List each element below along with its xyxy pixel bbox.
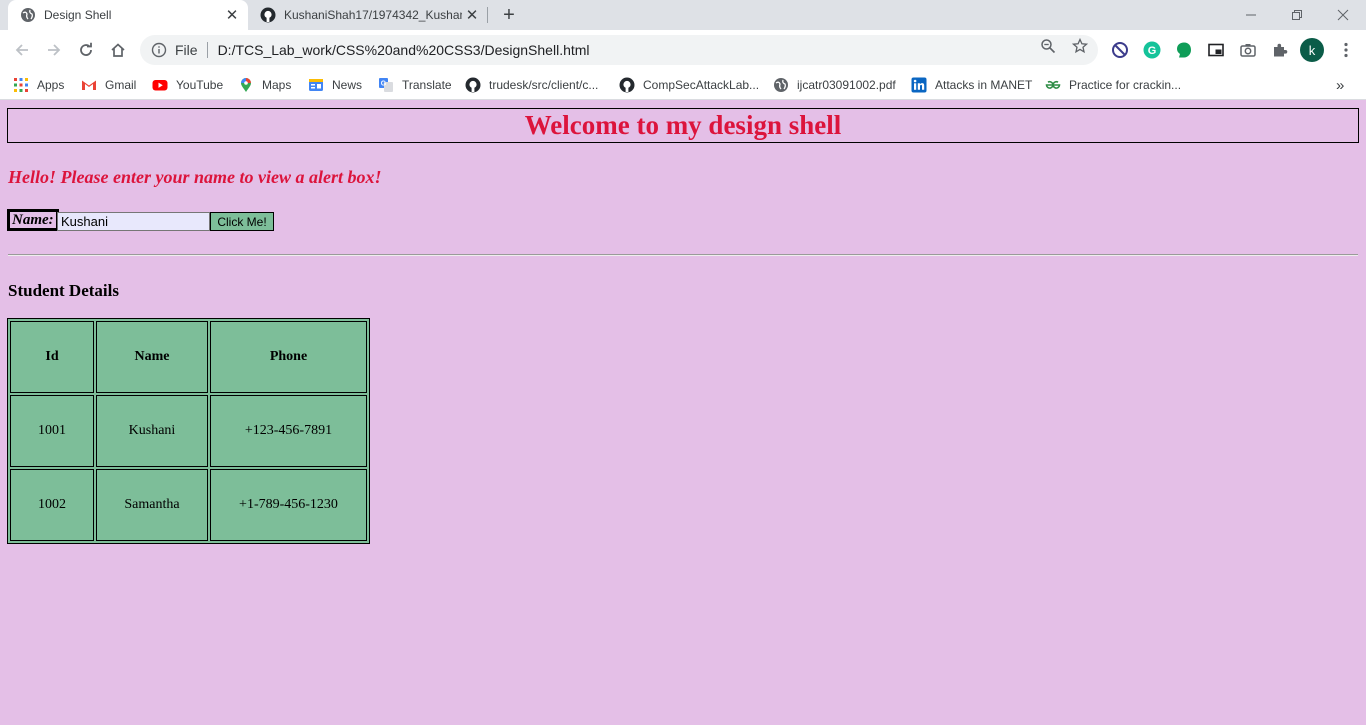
bookmark-manet[interactable]: Attacks in MANET — [911, 74, 1032, 96]
linkedin-icon — [911, 77, 927, 93]
more-menu-icon[interactable] — [1336, 40, 1356, 60]
green-extension-icon[interactable] — [1174, 40, 1194, 60]
close-tab-icon[interactable]: ✕ — [222, 5, 242, 25]
github-icon — [465, 77, 481, 93]
page-heading: Welcome to my design shell — [7, 108, 1359, 143]
bookmark-label: Practice for crackin... — [1069, 78, 1182, 92]
globe-icon — [20, 7, 36, 23]
profile-avatar[interactable]: k — [1300, 38, 1324, 62]
bookmarks-overflow-button[interactable]: » — [1336, 74, 1344, 96]
table-row: 1001 Kushani +123-456-7891 — [10, 395, 367, 467]
bookmark-label: Maps — [262, 78, 292, 92]
cell-phone: +123-456-7891 — [210, 395, 367, 467]
bookmark-label: News — [332, 78, 363, 92]
bookmark-maps[interactable]: Maps — [238, 74, 291, 96]
greeting-text: Hello! Please enter your name to view a … — [8, 167, 382, 187]
maps-pin-icon — [238, 77, 254, 93]
gmail-icon — [81, 77, 97, 93]
gfg-icon — [1045, 77, 1061, 93]
new-tab-button[interactable]: + — [498, 4, 520, 26]
tab-design-shell[interactable]: Design Shell ✕ — [8, 0, 248, 30]
bookmark-label: Attacks in MANET — [935, 78, 1033, 92]
student-table: Id Name Phone 1001 Kushani +123-456-7891… — [7, 318, 370, 544]
cell-name: Samantha — [96, 469, 208, 541]
column-header-id: Id — [10, 321, 94, 393]
name-label: Name: — [7, 209, 59, 231]
bookmark-news[interactable]: News — [308, 74, 362, 96]
bookmark-gfg[interactable]: Practice for crackin... — [1045, 74, 1181, 96]
profile-initial: k — [1308, 42, 1316, 58]
cell-id: 1002 — [10, 469, 94, 541]
bookmark-trudesk[interactable]: trudesk/src/client/c... — [465, 74, 598, 96]
github-icon — [260, 7, 276, 23]
tab-strip: Design Shell ✕ KushaniShah17/1974342_Kus… — [0, 0, 1366, 30]
bookmark-label: Apps — [37, 78, 65, 92]
youtube-icon — [152, 77, 168, 93]
bookmark-star-icon[interactable] — [1071, 37, 1089, 55]
bookmark-label: CompSecAttackLab... — [643, 78, 760, 92]
news-icon — [308, 77, 324, 93]
bookmark-label: ijcatr03091002.pdf — [797, 78, 896, 92]
url-text[interactable]: D:/TCS_Lab_work/CSS%20and%20CSS3/DesignS… — [218, 42, 590, 58]
info-icon[interactable] — [151, 42, 167, 58]
bookmark-label: trudesk/src/client/c... — [489, 78, 599, 92]
table-row: 1002 Samantha +1-789-456-1230 — [10, 469, 367, 541]
browser-toolbar: File D:/TCS_Lab_work/CSS%20and%20CSS3/De… — [0, 30, 1366, 70]
tab-separator — [487, 7, 488, 23]
picture-in-picture-icon[interactable] — [1206, 40, 1226, 60]
bookmark-label: Translate — [402, 78, 452, 92]
cell-id: 1001 — [10, 395, 94, 467]
name-input[interactable] — [57, 212, 210, 231]
url-divider — [206, 42, 208, 58]
student-details-title: Student Details — [8, 281, 119, 300]
camera-icon[interactable] — [1238, 40, 1258, 60]
svg-text:G: G — [381, 81, 387, 88]
page-content: Welcome to my design shell Hello! Please… — [0, 100, 1366, 725]
github-icon — [619, 77, 635, 93]
svg-text:G: G — [1148, 45, 1157, 57]
address-bar[interactable]: File D:/TCS_Lab_work/CSS%20and%20CSS3/De… — [140, 35, 1098, 65]
close-window-button[interactable] — [1320, 0, 1366, 30]
column-header-phone: Phone — [210, 321, 367, 393]
bookmarks-bar: Apps Gmail YouTube Maps News G Translate — [0, 70, 1366, 100]
bookmark-compsec[interactable]: CompSecAttackLab... — [619, 74, 759, 96]
cell-phone: +1-789-456-1230 — [210, 469, 367, 541]
close-tab-icon[interactable]: ✕ — [462, 5, 482, 25]
bookmark-translate[interactable]: G Translate — [378, 74, 452, 96]
puzzle-extensions-icon[interactable] — [1270, 40, 1290, 60]
minimize-button[interactable] — [1228, 0, 1274, 30]
tab-github[interactable]: KushaniShah17/1974342_KushaniShah ✕ — [248, 0, 488, 30]
block-extension-icon[interactable] — [1110, 40, 1130, 60]
restore-button[interactable] — [1274, 0, 1320, 30]
table-header-row: Id Name Phone — [10, 321, 367, 393]
zoom-icon[interactable] — [1039, 37, 1057, 55]
globe-icon — [773, 77, 789, 93]
translate-icon: G — [378, 77, 394, 93]
url-scheme-label: File — [175, 42, 198, 58]
bookmark-youtube[interactable]: YouTube — [152, 74, 223, 96]
click-me-button[interactable]: Click Me! — [210, 212, 274, 231]
reload-button[interactable] — [74, 38, 98, 62]
column-header-name: Name — [96, 321, 208, 393]
tab-title: KushaniShah17/1974342_KushaniShah — [284, 8, 462, 22]
horizontal-rule — [8, 254, 1358, 256]
bookmark-label: YouTube — [176, 78, 224, 92]
bookmark-gmail[interactable]: Gmail — [81, 74, 136, 96]
home-button[interactable] — [106, 38, 130, 62]
grammarly-icon[interactable]: G — [1142, 40, 1162, 60]
apps-grid-icon — [13, 77, 29, 93]
forward-button[interactable] — [42, 38, 66, 62]
back-button[interactable] — [10, 38, 34, 62]
bookmark-apps[interactable]: Apps — [13, 74, 64, 96]
bookmark-ijcatr[interactable]: ijcatr03091002.pdf — [773, 74, 896, 96]
cell-name: Kushani — [96, 395, 208, 467]
bookmark-label: Gmail — [105, 78, 137, 92]
tab-title: Design Shell — [44, 8, 112, 22]
